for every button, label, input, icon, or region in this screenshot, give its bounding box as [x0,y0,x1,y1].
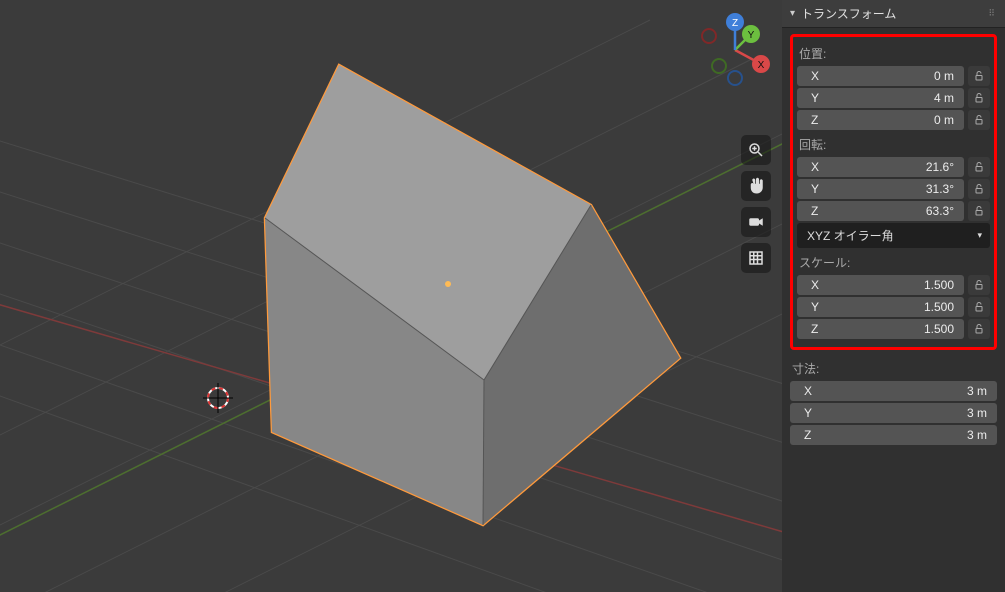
pan-button[interactable] [741,171,771,201]
rotation-z-field[interactable]: Z 63.3° [797,201,964,221]
svg-text:X: X [758,60,765,71]
svg-text:Z: Z [732,18,738,29]
viewport-3d[interactable] [0,0,782,592]
chevron-down-icon: ▾ [977,230,982,241]
zoom-button[interactable] [741,135,771,165]
navigation-gizmo[interactable]: X Y Z [695,10,775,90]
rotation-y-field[interactable]: Y 31.3° [797,179,964,199]
location-x-field[interactable]: X 0 m [797,66,964,86]
rotation-z-lock[interactable] [968,201,990,221]
rotation-label: 回転: [797,132,990,157]
drag-handle-icon[interactable]: ⠿ [988,8,997,19]
transform-panel-header[interactable]: ▾ トランスフォーム ⠿ [782,0,1005,28]
highlighted-transform-section: 位置: X 0 m Y 4 m [790,34,997,350]
scale-x-field[interactable]: X 1.500 [797,275,964,295]
location-x-lock[interactable] [968,66,990,86]
svg-text:Y: Y [748,30,755,41]
dimensions-x-field[interactable]: X 3 m [790,381,997,401]
camera-view-button[interactable] [741,207,771,237]
scale-x-lock[interactable] [968,275,990,295]
rotation-mode-dropdown[interactable]: XYZ オイラー角 ▾ [797,223,990,248]
scale-label: スケール: [797,250,990,275]
location-y-field[interactable]: Y 4 m [797,88,964,108]
chevron-down-icon: ▾ [790,8,795,19]
rotation-y-lock[interactable] [968,179,990,199]
dimensions-label: 寸法: [790,356,997,381]
rotation-x-lock[interactable] [968,157,990,177]
scale-z-field[interactable]: Z 1.500 [797,319,964,339]
location-y-lock[interactable] [968,88,990,108]
scale-y-lock[interactable] [968,297,990,317]
dimensions-z-field[interactable]: Z 3 m [790,425,997,445]
rotation-x-field[interactable]: X 21.6° [797,157,964,177]
perspective-toggle-button[interactable] [741,243,771,273]
scale-y-field[interactable]: Y 1.500 [797,297,964,317]
location-z-field[interactable]: Z 0 m [797,110,964,130]
transform-panel: ▾ トランスフォーム ⠿ 位置: X 0 m Y 4 m [782,0,1005,592]
panel-title: トランスフォーム [801,5,896,22]
location-z-lock[interactable] [968,110,990,130]
location-label: 位置: [797,41,990,66]
cursor-3d[interactable] [203,383,233,413]
scale-z-lock[interactable] [968,319,990,339]
object-origin [445,281,451,287]
dimensions-y-field[interactable]: Y 3 m [790,403,997,423]
